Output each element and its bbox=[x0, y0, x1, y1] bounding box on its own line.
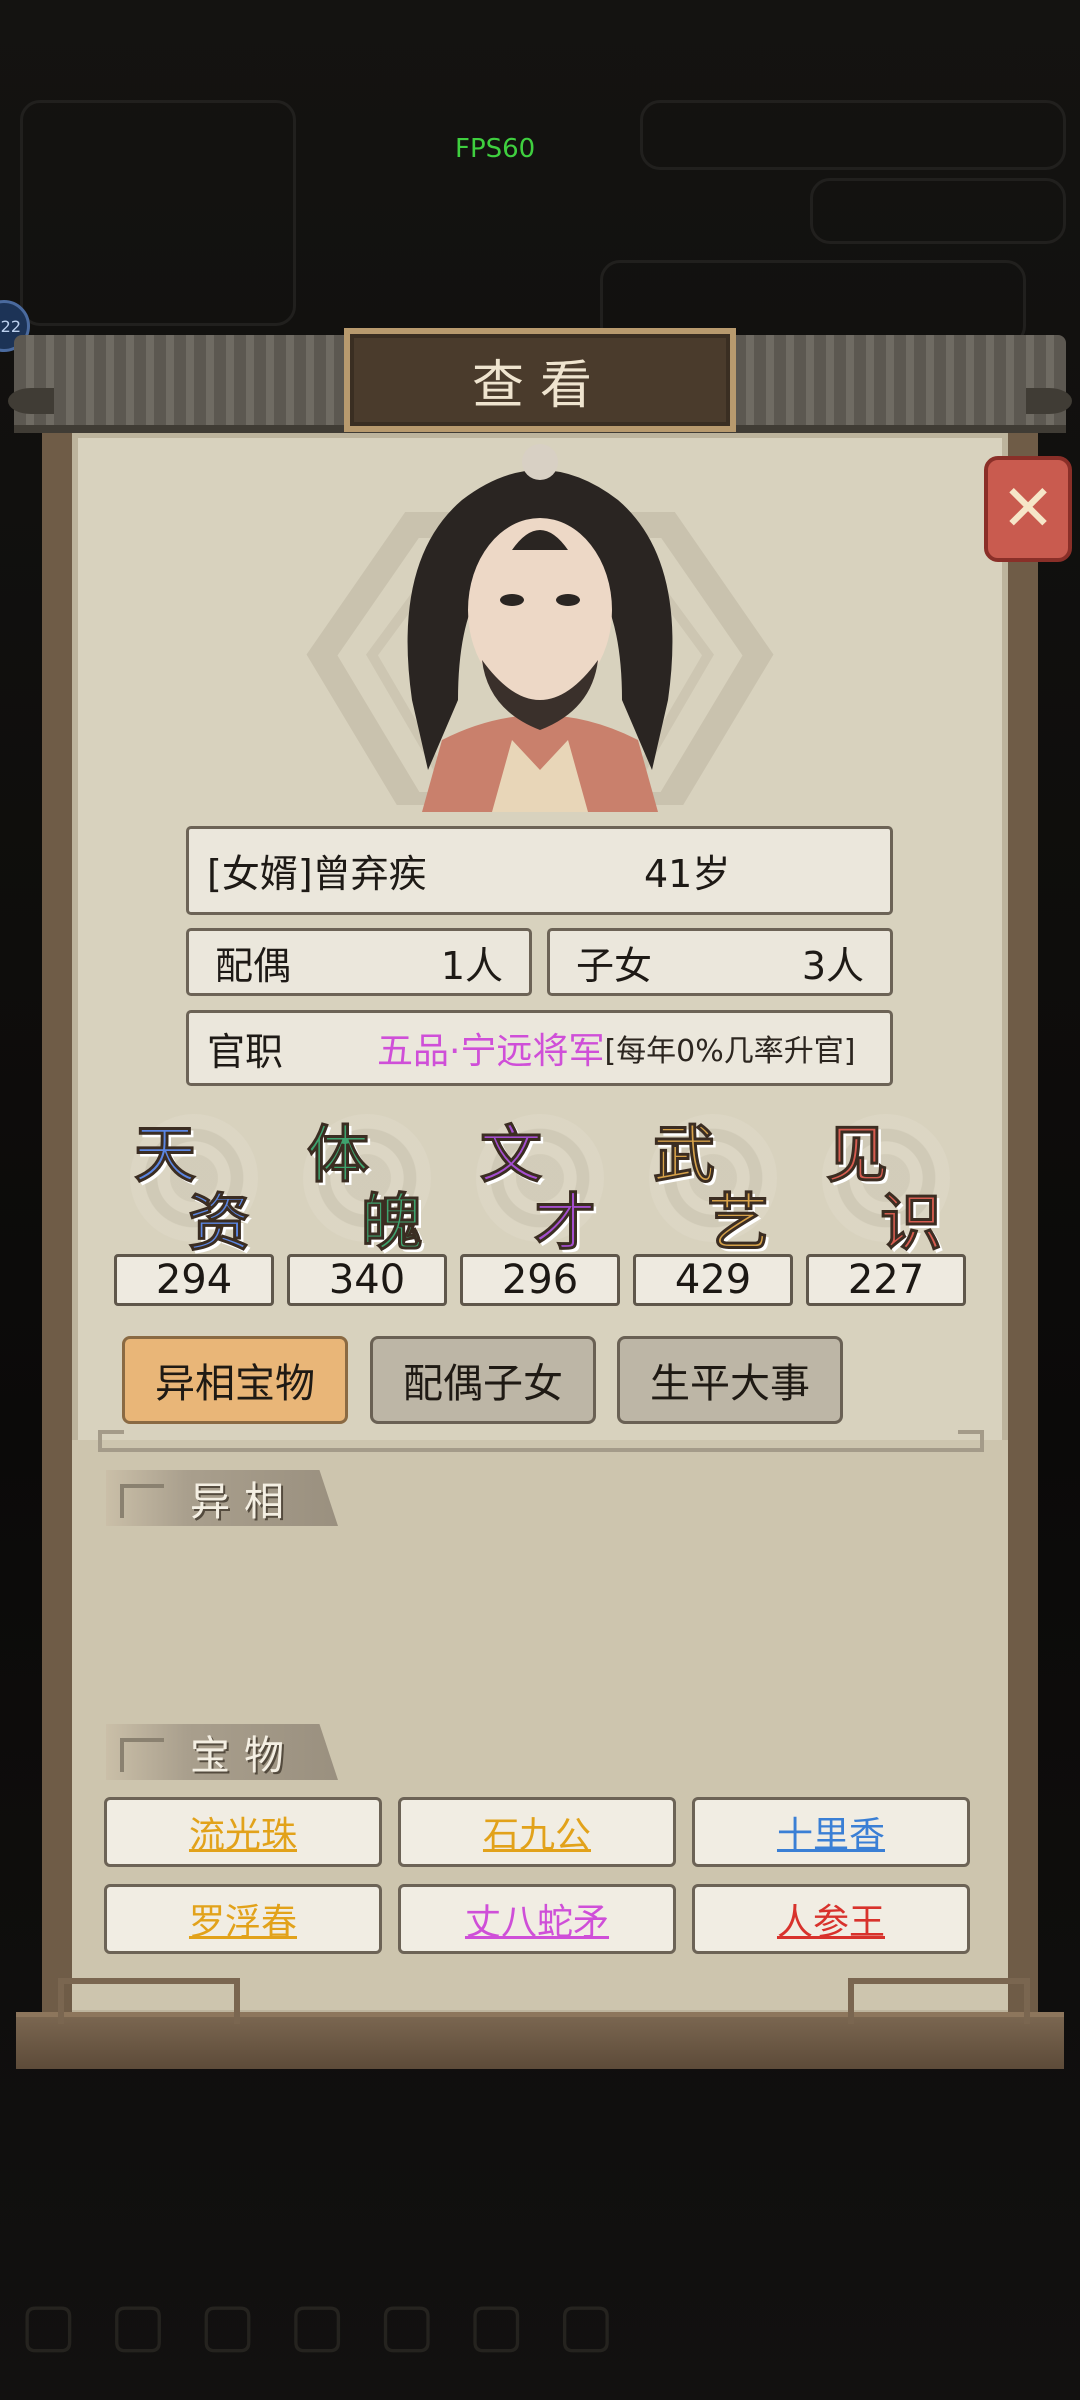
treasures-header: 宝物 bbox=[106, 1724, 338, 1780]
treasure-name: 石九公 bbox=[482, 1815, 591, 1856]
spouse-row: 配偶 1人 bbox=[186, 928, 532, 996]
spouse-label: 配偶 bbox=[215, 943, 292, 988]
children-row: 子女 3人 bbox=[547, 928, 893, 996]
traits-title: 异相 bbox=[190, 1479, 298, 1525]
stat-char: 识 bbox=[879, 1186, 943, 1260]
background-panel bbox=[640, 100, 1066, 170]
stat-char: 文 bbox=[479, 1118, 543, 1192]
stat-emblem: 文 才 bbox=[460, 1110, 620, 1260]
traits-header: 异相 bbox=[106, 1470, 338, 1526]
treasure-item[interactable]: 石九公 bbox=[398, 1797, 676, 1867]
stat-emblem: 体 魄 bbox=[287, 1110, 447, 1260]
character-age: 41岁 bbox=[644, 852, 731, 896]
office-rank: 五品·宁远将军 bbox=[377, 1031, 605, 1072]
close-icon: ✕ bbox=[1001, 472, 1055, 546]
header-ornament bbox=[120, 1738, 164, 1772]
stat-char: 天 bbox=[133, 1118, 197, 1192]
stat-char: 武 bbox=[652, 1118, 716, 1192]
divider-ornament bbox=[958, 1430, 984, 1452]
treasures-title: 宝物 bbox=[190, 1733, 298, 1779]
section-divider bbox=[98, 1448, 982, 1452]
stat-char: 魄 bbox=[360, 1186, 424, 1260]
stat-char: 资 bbox=[187, 1186, 251, 1260]
divider-ornament bbox=[98, 1430, 124, 1452]
treasure-item[interactable]: 罗浮春 bbox=[104, 1884, 382, 1954]
header-ornament bbox=[120, 1484, 164, 1518]
promotion-chance: [每年0%几率升官] bbox=[604, 1034, 856, 1069]
treasure-name: 人参王 bbox=[776, 1902, 885, 1943]
treasure-name: 丈八蛇矛 bbox=[464, 1902, 609, 1943]
title-plaque: 查看 bbox=[344, 328, 736, 432]
background-menu-text: ▢ ▢ ▢ ▢ ▢ ▢ ▢ bbox=[20, 2290, 621, 2360]
treasure-item[interactable]: 人参王 bbox=[692, 1884, 970, 1954]
stat-literary: 文 才 296 bbox=[460, 1110, 620, 1306]
stat-char: 体 bbox=[306, 1118, 370, 1192]
spouse-count: 1人 bbox=[440, 943, 503, 988]
treasure-name: 流光珠 bbox=[188, 1815, 297, 1856]
background-panel bbox=[810, 178, 1066, 244]
stat-char: 艺 bbox=[706, 1186, 770, 1260]
office-label: 官职 bbox=[207, 1029, 284, 1074]
character-portrait bbox=[407, 444, 673, 812]
treasure-item[interactable]: 丈八蛇矛 bbox=[398, 1884, 676, 1954]
tab-traits-treasures[interactable]: 异相宝物 bbox=[122, 1336, 348, 1424]
treasure-item[interactable]: 流光珠 bbox=[104, 1797, 382, 1867]
close-button[interactable]: ✕ bbox=[984, 456, 1072, 562]
roof-end bbox=[1026, 388, 1072, 414]
stat-emblem: 武 艺 bbox=[633, 1110, 793, 1260]
treasure-name: 罗浮春 bbox=[188, 1902, 297, 1943]
stat-knowledge: 见 识 227 bbox=[806, 1110, 966, 1306]
treasure-item[interactable]: 十里香 bbox=[692, 1797, 970, 1867]
character-name: [女婿]曾弃疾 bbox=[207, 852, 427, 896]
office-row: 官职 五品·宁远将军 [每年0%几率升官] bbox=[186, 1010, 893, 1086]
base-ornament bbox=[848, 1978, 1030, 2024]
name-row: [女婿]曾弃疾 41岁 bbox=[186, 826, 893, 915]
stat-physique: 体 魄 340 bbox=[287, 1110, 447, 1306]
stat-emblem: 天 资 bbox=[114, 1110, 274, 1260]
roof-end bbox=[8, 388, 54, 414]
fps-counter: FPS60 bbox=[455, 134, 536, 164]
tab-spouse-children[interactable]: 配偶子女 bbox=[370, 1336, 596, 1424]
base-ornament bbox=[58, 1978, 240, 2024]
tab-life-events[interactable]: 生平大事 bbox=[617, 1336, 843, 1424]
stat-char: 见 bbox=[825, 1118, 889, 1192]
children-label: 子女 bbox=[576, 943, 653, 988]
dialog-title: 查看 bbox=[471, 355, 608, 416]
background-panel bbox=[20, 100, 296, 326]
stat-talent: 天 资 294 bbox=[114, 1110, 274, 1306]
treasure-name: 十里香 bbox=[776, 1815, 885, 1856]
children-count: 3人 bbox=[801, 943, 864, 988]
stat-martial: 武 艺 429 bbox=[633, 1110, 793, 1306]
stat-char: 才 bbox=[533, 1186, 597, 1260]
stat-emblem: 见 识 bbox=[806, 1110, 966, 1260]
